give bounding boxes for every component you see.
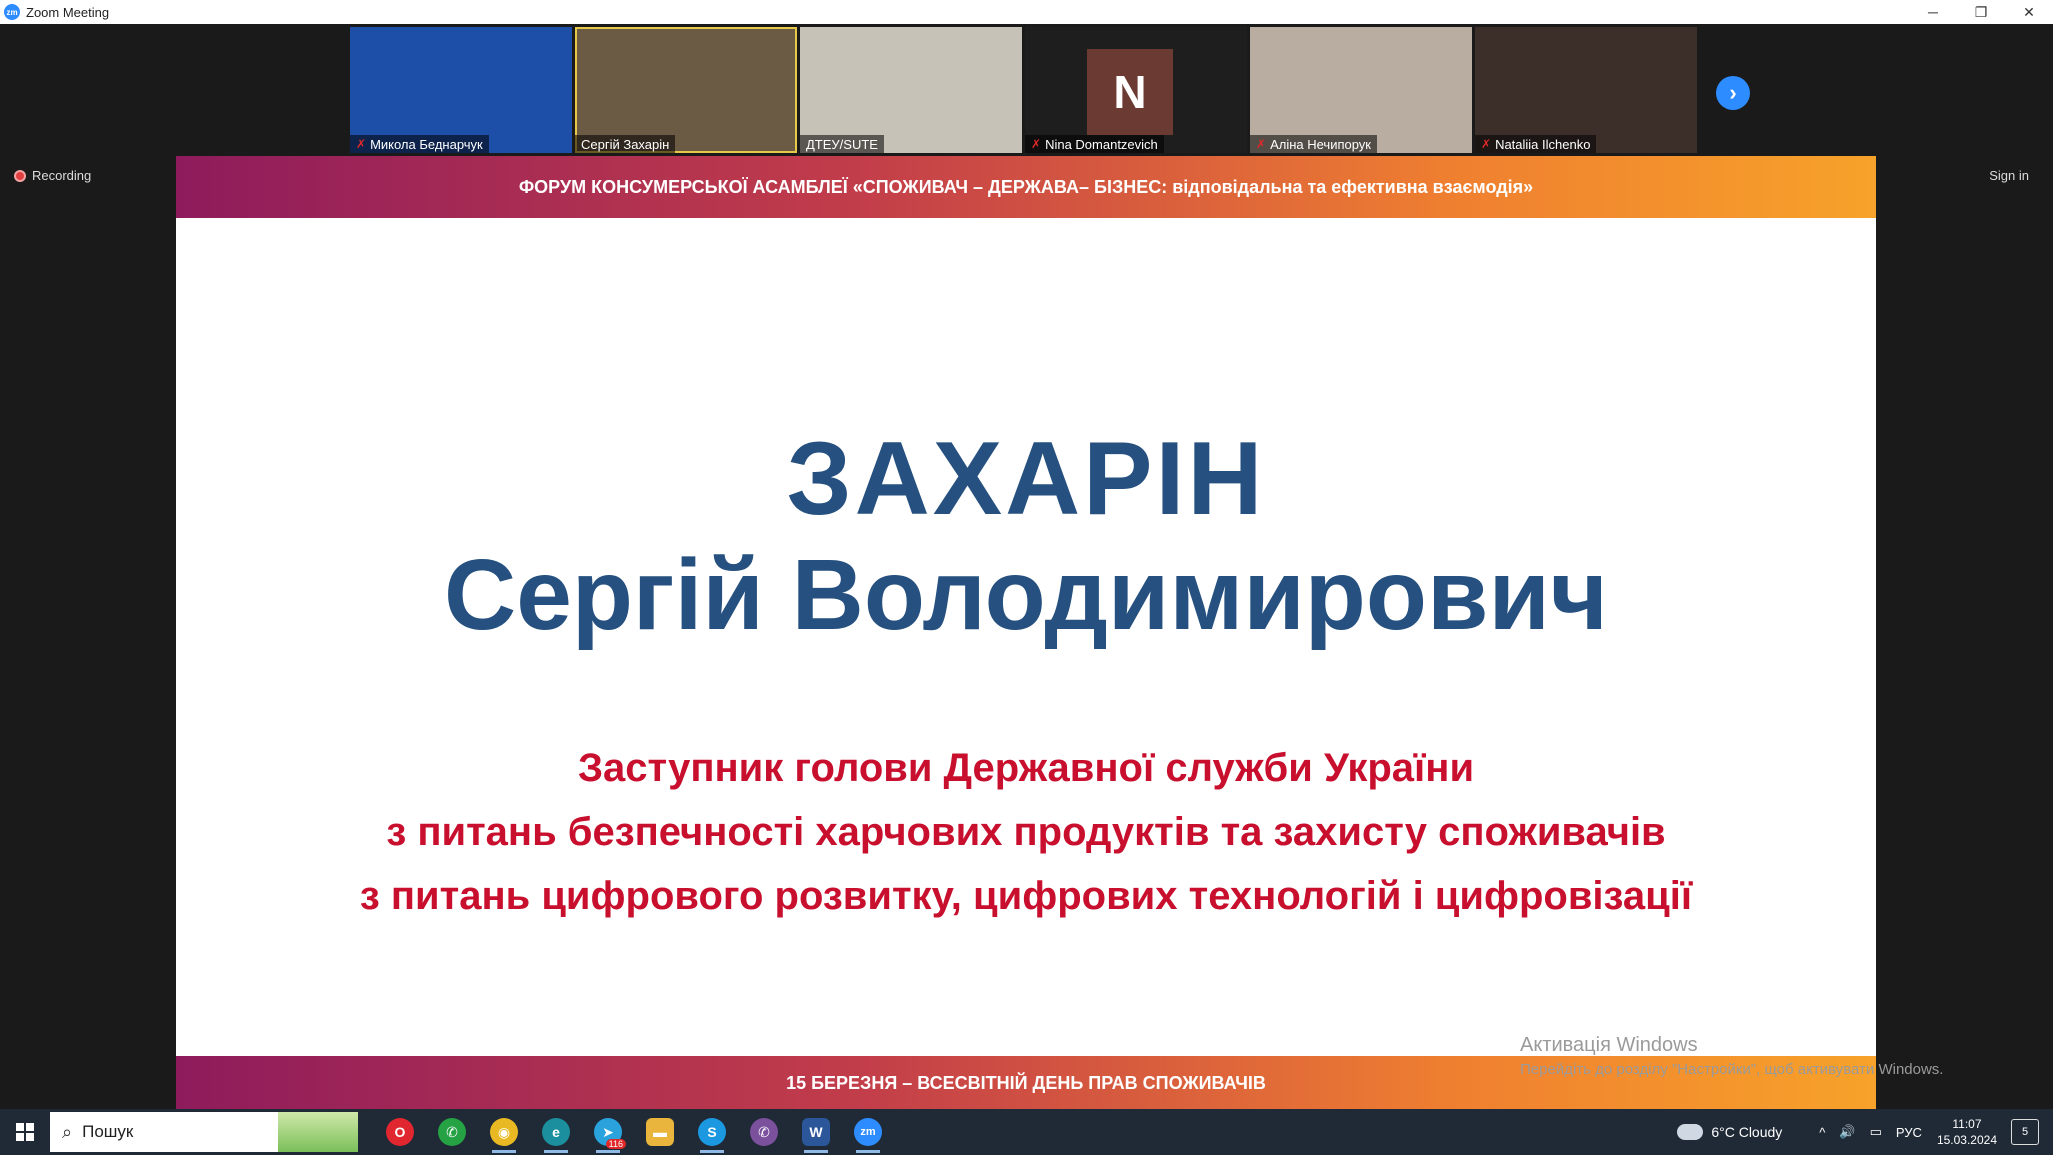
windows-logo-icon <box>16 1123 34 1141</box>
speaker-position: Заступник голови Державної служби Україн… <box>176 736 1876 928</box>
recording-dot-icon <box>14 169 26 182</box>
watermark-title: Активація Windows <box>1520 1034 1698 1056</box>
taskbar-app-skype[interactable]: S <box>686 1109 738 1155</box>
participant-name-label: ДТЕУ/SUTE <box>800 135 884 153</box>
network-icon[interactable]: ▭ <box>1870 1124 1882 1140</box>
notification-center-icon[interactable]: 5 <box>2011 1119 2039 1145</box>
weather-widget[interactable]: 6°C Cloudy <box>1677 1124 1782 1140</box>
window-title: Zoom Meeting <box>26 4 110 20</box>
input-language[interactable]: РУС <box>1896 1125 1922 1140</box>
skype-icon: S <box>698 1118 726 1146</box>
sign-in-link[interactable]: Sign in <box>1989 168 2029 183</box>
taskbar-app-chrome[interactable]: ◉ <box>478 1109 530 1155</box>
mic-muted-icon: ✗ <box>356 137 367 151</box>
taskbar-search-box[interactable]: ⌕ Пошук <box>50 1112 358 1152</box>
slide-header-banner: ФОРУМ КОНСУМЕРСЬКОЇ АСАМБЛЕЇ «СПОЖИВАЧ –… <box>176 156 1876 218</box>
clock-time: 11:07 <box>1952 1117 1982 1131</box>
taskbar-clock[interactable]: 11:07 15.03.2024 <box>1937 1116 1997 1148</box>
participant-tile[interactable]: ✗ Nataliia Ilchenko <box>1475 27 1697 153</box>
taskbar-app-whatsapp[interactable]: ✆ <box>426 1109 478 1155</box>
system-tray: 6°C Cloudy ^ 🔊 ▭ РУС 11:07 15.03.2024 5 <box>1677 1109 2053 1155</box>
chevron-up-icon[interactable]: ^ <box>1819 1125 1825 1140</box>
mic-muted-icon: ✗ <box>1256 137 1267 151</box>
meeting-area: ✗ Микола Беднарчук Сергій Захарін ДТЕУ/S… <box>0 24 2053 1110</box>
search-icon: ⌕ <box>62 1121 73 1142</box>
participant-name-label: Сергій Захарін <box>575 135 676 153</box>
file-explorer-icon: ▬ <box>646 1118 674 1146</box>
participant-tile[interactable]: ✗ Микола Беднарчук <box>350 27 572 153</box>
taskbar-app-viber[interactable]: ✆ <box>738 1109 790 1155</box>
participant-name: ДТЕУ/SUTE <box>806 136 878 152</box>
edge-icon: e <box>542 1118 570 1146</box>
windows-taskbar: ⌕ Пошук O ✆ ◉ e ➤ 116 ▬ S ✆ W zm 6°C Clo… <box>0 1109 2053 1155</box>
shared-screen-slide: ФОРУМ КОНСУМЕРСЬКОЇ АСАМБЛЕЇ «СПОЖИВАЧ –… <box>176 156 1876 1110</box>
participant-name: Nataliia Ilchenko <box>1495 136 1591 152</box>
participant-name-label: ✗ Nataliia Ilchenko <box>1475 135 1597 153</box>
position-line: з питань безпечності харчових продуктів … <box>386 810 1666 854</box>
participant-avatar-initial: N <box>1087 49 1173 135</box>
recording-indicator[interactable]: Recording <box>14 168 91 183</box>
speaker-volume-icon[interactable]: 🔊 <box>1839 1124 1855 1140</box>
participant-name: Сергій Захарін <box>581 136 670 152</box>
position-line: з питань цифрового розвитку, цифрових те… <box>359 874 1693 918</box>
start-button[interactable] <box>0 1109 50 1155</box>
unread-badge: 116 <box>605 1139 626 1149</box>
next-participants-arrow-icon[interactable]: › <box>1716 76 1750 110</box>
taskbar-app-file-explorer[interactable]: ▬ <box>634 1109 686 1155</box>
cloud-icon <box>1677 1124 1704 1140</box>
clock-date: 15.03.2024 <box>1936 1133 1997 1147</box>
participant-name-label: ✗ Аліна Нечипорук <box>1250 135 1377 153</box>
participant-tile[interactable]: N ✗ Nina Domantzevich <box>1025 27 1247 153</box>
recording-label: Recording <box>32 168 92 183</box>
taskbar-app-edge[interactable]: e <box>530 1109 582 1155</box>
viber-icon: ✆ <box>750 1118 778 1146</box>
participant-name: Микола Беднарчук <box>370 136 483 152</box>
taskbar-app-opera[interactable]: O <box>374 1109 426 1155</box>
minimize-button[interactable]: ─ <box>1909 0 1957 24</box>
restore-button[interactable]: ❐ <box>1957 0 2005 24</box>
taskbar-pinned-apps: O ✆ ◉ e ➤ 116 ▬ S ✆ W zm <box>374 1109 894 1155</box>
taskbar-app-word[interactable]: W <box>790 1109 842 1155</box>
weather-text: 6°C Cloudy <box>1711 1124 1783 1140</box>
participant-tile-active-speaker[interactable]: Сергій Захарін <box>575 27 797 153</box>
participant-name: Nina Domantzevich <box>1045 136 1158 152</box>
mic-muted-icon: ✗ <box>1481 137 1492 151</box>
zoom-logo-icon: zm <box>4 4 20 20</box>
watermark-subtitle: Перейдіть до розділу "Настройки", щоб ак… <box>1520 1061 1944 1078</box>
window-titlebar: zm Zoom Meeting ─ ❐ ✕ <box>0 0 2053 24</box>
position-line: Заступник голови Державної служби Україн… <box>577 746 1475 790</box>
windows-activation-watermark: Активація Windows Перейдіть до розділу "… <box>1520 1034 1943 1078</box>
mic-muted-icon: ✗ <box>1031 137 1042 151</box>
speaker-first-patronymic: Сергій Володимирович <box>444 539 1608 651</box>
chrome-icon: ◉ <box>490 1118 518 1146</box>
opera-icon: O <box>386 1118 414 1146</box>
participant-tile[interactable]: ✗ Аліна Нечипорук <box>1250 27 1472 153</box>
window-controls: ─ ❐ ✕ <box>1909 0 2053 24</box>
speaker-surname: ЗАХАРІН <box>786 421 1266 537</box>
participant-name: Аліна Нечипорук <box>1270 136 1371 152</box>
participant-name-label: ✗ Микола Беднарчук <box>350 135 489 153</box>
whatsapp-icon: ✆ <box>438 1118 466 1146</box>
close-button[interactable]: ✕ <box>2005 0 2053 24</box>
participant-tile[interactable]: ДТЕУ/SUTE <box>800 27 1022 153</box>
search-placeholder: Пошук <box>82 1122 134 1141</box>
search-highlight-illustration <box>278 1112 358 1152</box>
taskbar-app-zoom[interactable]: zm <box>842 1109 894 1155</box>
word-icon: W <box>802 1118 830 1146</box>
participant-strip: ✗ Микола Беднарчук Сергій Захарін ДТЕУ/S… <box>350 27 1697 153</box>
zoom-icon: zm <box>854 1118 882 1146</box>
taskbar-app-telegram[interactable]: ➤ 116 <box>582 1109 634 1155</box>
participant-name-label: ✗ Nina Domantzevich <box>1025 135 1164 153</box>
